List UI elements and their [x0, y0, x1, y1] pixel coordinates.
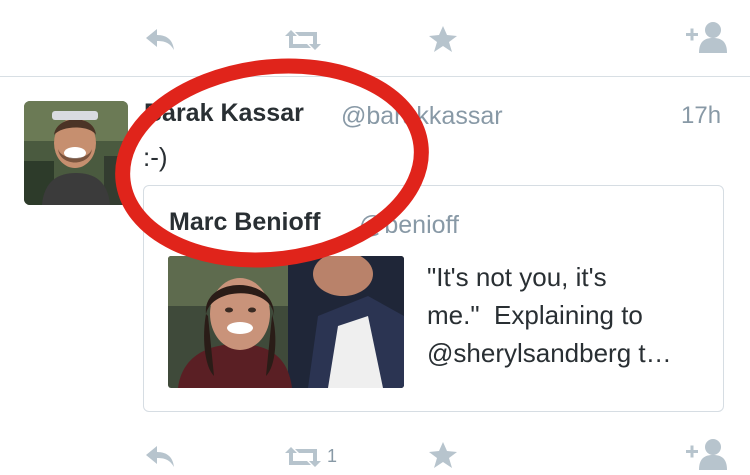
- quoted-author-name: Marc Benioff: [169, 208, 321, 236]
- star-icon[interactable]: [428, 25, 458, 53]
- follow-icon[interactable]: [684, 438, 728, 470]
- retweet-icon[interactable]: [283, 445, 323, 469]
- tweet-divider: [0, 76, 750, 77]
- follow-icon[interactable]: [684, 21, 728, 53]
- avatar[interactable]: [24, 101, 128, 205]
- tweet-author-name[interactable]: Barak Kassar: [144, 99, 304, 128]
- tweet-timestamp[interactable]: 17h: [681, 102, 721, 130]
- star-icon[interactable]: [428, 441, 458, 469]
- tweet-author-handle[interactable]: @barakkassar: [341, 102, 503, 131]
- quoted-tweet-photo[interactable]: [168, 256, 404, 388]
- quoted-tweet-text: "It's not you, it's me." Explaining to @…: [427, 262, 672, 368]
- retweet-icon[interactable]: [283, 28, 323, 52]
- reply-icon[interactable]: [143, 444, 177, 470]
- tweet-text: :-): [143, 142, 168, 172]
- reply-icon[interactable]: [143, 27, 177, 53]
- quoted-author-handle: @benioff: [359, 211, 459, 239]
- retweet-count: 1: [327, 446, 338, 466]
